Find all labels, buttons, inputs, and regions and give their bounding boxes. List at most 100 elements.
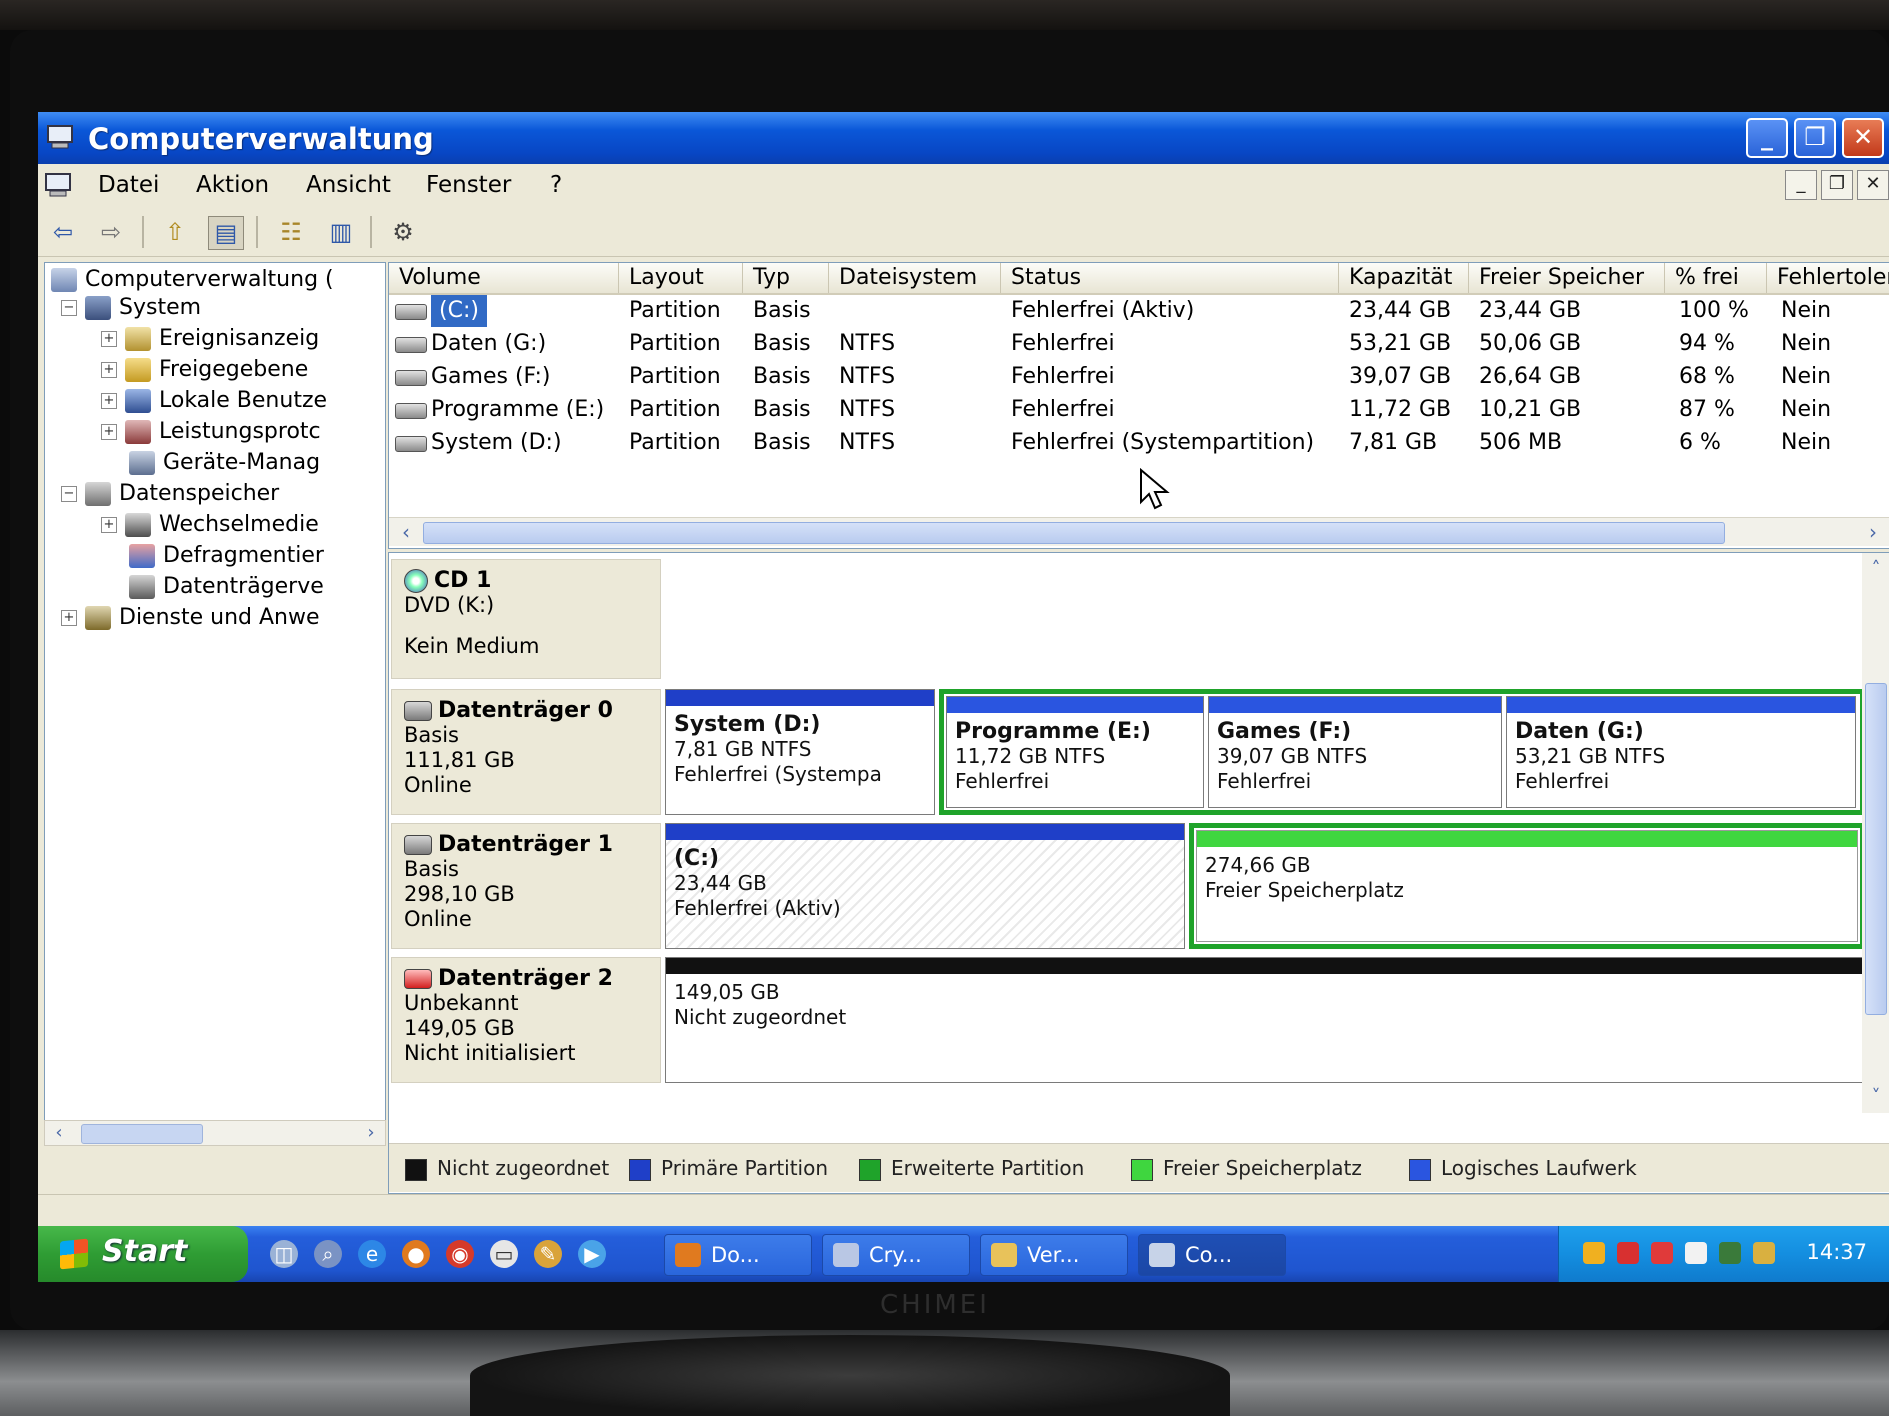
show-desktop-icon[interactable]: ◫	[270, 1240, 298, 1268]
scroll-left-icon[interactable]: ‹	[393, 520, 419, 544]
unallocated-space[interactable]: 149,05 GB Nicht zugeordnet	[665, 957, 1865, 1083]
taskbar-button-crypt[interactable]: Cry...	[822, 1234, 970, 1276]
tree-horizontal-scrollbar[interactable]: ‹ ›	[44, 1120, 386, 1146]
column-prozent-frei[interactable]: % frei	[1665, 263, 1767, 293]
volume-row[interactable]: Programme (E:) Partition Basis NTFS Fehl…	[389, 394, 1889, 426]
column-volume[interactable]: Volume	[389, 263, 619, 293]
scroll-thumb[interactable]	[1865, 683, 1887, 1015]
scroll-right-icon[interactable]: ›	[359, 1121, 383, 1145]
tree-item-datenspeicher[interactable]: − Datenspeicher	[61, 481, 279, 506]
tree-item-ereignisanzeige[interactable]: + Ereignisanzeig	[101, 326, 319, 351]
graphical-view-scrollbar[interactable]: ˄ ˅	[1862, 553, 1889, 1113]
child-restore-button[interactable]: ❐	[1821, 170, 1853, 200]
taskbar-button-computerverwaltung[interactable]: Co...	[1138, 1234, 1286, 1276]
partition-programme-e[interactable]: Programme (E:) 11,72 GB NTFS Fehlerfrei	[946, 696, 1204, 808]
tree-item-lokale-benutzer[interactable]: + Lokale Benutze	[101, 388, 327, 413]
collapse-toggle[interactable]: −	[61, 486, 77, 502]
show-pane-icon[interactable]: ▥	[324, 216, 358, 248]
browser-icon[interactable]: ◉	[446, 1240, 474, 1268]
taskbar-button-explorer[interactable]: Ver...	[980, 1234, 1128, 1276]
menu-aktion[interactable]: Aktion	[196, 172, 269, 198]
volume-row[interactable]: Games (F:) Partition Basis NTFS Fehlerfr…	[389, 361, 1889, 393]
column-status[interactable]: Status	[1001, 263, 1339, 293]
network-icon[interactable]	[1719, 1242, 1741, 1264]
expand-toggle[interactable]: +	[101, 424, 117, 440]
disk-label-disk2[interactable]: Datenträger 2 Unbekannt 149,05 GB Nicht …	[391, 957, 661, 1083]
tree-item-system[interactable]: − System	[61, 295, 201, 320]
hardware-icon[interactable]	[1753, 1242, 1775, 1264]
notepad-icon[interactable]: ▭	[490, 1240, 518, 1268]
tree-item-defragmentierung[interactable]: Defragmentier	[129, 543, 324, 568]
expand-toggle[interactable]: +	[101, 517, 117, 533]
scroll-thumb[interactable]	[423, 522, 1725, 544]
tree-item-datentraegerverwaltung[interactable]: Datenträgerve	[129, 574, 324, 599]
free-space[interactable]: 274,66 GB Freier Speicherplatz	[1196, 830, 1858, 942]
column-typ[interactable]: Typ	[743, 263, 829, 293]
disk-label-disk1[interactable]: Datenträger 1 Basis 298,10 GB Online	[391, 823, 661, 949]
title-bar[interactable]: Computerverwaltung _ ❐ ✕	[38, 112, 1889, 164]
collapse-toggle[interactable]: −	[61, 300, 77, 316]
expand-toggle[interactable]: +	[101, 331, 117, 347]
menu-help[interactable]: ?	[550, 172, 562, 198]
partition-games-f[interactable]: Games (F:) 39,07 GB NTFS Fehlerfrei	[1208, 696, 1502, 808]
tool-icon[interactable]: ✎	[534, 1240, 562, 1268]
disk-label-cd1[interactable]: CD 1 DVD (K:) Kein Medium	[391, 559, 661, 679]
partition-bar-primary	[666, 690, 934, 706]
child-minimize-button[interactable]: _	[1785, 170, 1817, 200]
tree-item-leistungsprotokolle[interactable]: + Leistungsprotc	[101, 419, 321, 444]
tree-item-freigegebene[interactable]: + Freigegebene	[101, 357, 308, 382]
start-button[interactable]: Start	[38, 1226, 248, 1282]
volume-row[interactable]: (C:) Partition Basis Fehlerfrei (Aktiv) …	[389, 295, 1889, 327]
volume-row[interactable]: System (D:) Partition Basis NTFS Fehlerf…	[389, 427, 1889, 459]
scroll-thumb[interactable]	[81, 1124, 203, 1144]
back-arrow-icon[interactable]: ⇦	[46, 216, 80, 248]
settings-icon[interactable]: ⚙	[386, 216, 420, 248]
scroll-up-icon[interactable]: ˄	[1864, 557, 1888, 581]
show-tree-icon[interactable]: ▤	[208, 216, 244, 250]
internet-explorer-icon[interactable]: e	[358, 1240, 386, 1268]
partition-daten-g[interactable]: Daten (G:) 53,21 GB NTFS Fehlerfrei	[1506, 696, 1856, 808]
tree-item-computerverwaltung[interactable]: Computerverwaltung (	[51, 267, 334, 292]
menu-ansicht[interactable]: Ansicht	[306, 172, 391, 198]
up-folder-icon[interactable]: ⇧	[158, 216, 192, 248]
scroll-right-icon[interactable]: ›	[1860, 520, 1886, 544]
media-player-icon[interactable]: ▶	[578, 1240, 606, 1268]
maximize-button[interactable]: ❐	[1794, 118, 1836, 158]
tree-item-geraete-manager[interactable]: Geräte-Manag	[129, 450, 320, 475]
disk-label-disk0[interactable]: Datenträger 0 Basis 111,81 GB Online	[391, 689, 661, 815]
firefox-icon[interactable]: ●	[402, 1240, 430, 1268]
partition-system-d[interactable]: System (D:) 7,81 GB NTFS Fehlerfrei (Sys…	[665, 689, 935, 815]
volume-row[interactable]: Daten (G:) Partition Basis NTFS Fehlerfr…	[389, 328, 1889, 360]
column-dateisystem[interactable]: Dateisystem	[829, 263, 1001, 293]
child-close-button[interactable]: ✕	[1857, 170, 1889, 200]
document-icon[interactable]	[1685, 1242, 1707, 1264]
adobe-icon[interactable]	[1651, 1242, 1673, 1264]
menu-fenster[interactable]: Fenster	[426, 172, 511, 198]
minimize-button[interactable]: _	[1746, 118, 1788, 158]
column-freier-speicher[interactable]: Freier Speicher	[1469, 263, 1665, 293]
taskbar-button-firefox[interactable]: Do...	[664, 1234, 812, 1276]
extended-partition[interactable]: 274,66 GB Freier Speicherplatz	[1189, 823, 1865, 949]
search-icon[interactable]: ⌕	[314, 1240, 342, 1268]
volume-list-scrollbar[interactable]: ‹ ›	[389, 517, 1889, 546]
column-kapazitaet[interactable]: Kapazität	[1339, 263, 1469, 293]
tree-item-dienste[interactable]: + Dienste und Anwe	[61, 605, 320, 630]
tree-item-wechselmedien[interactable]: + Wechselmedie	[101, 512, 319, 537]
scroll-left-icon[interactable]: ‹	[47, 1121, 71, 1145]
scroll-down-icon[interactable]: ˅	[1864, 1085, 1888, 1109]
close-button[interactable]: ✕	[1842, 118, 1884, 158]
partition-c[interactable]: (C:) 23,44 GB Fehlerfrei (Aktiv)	[665, 823, 1185, 949]
expand-toggle[interactable]: +	[61, 610, 77, 626]
expand-toggle[interactable]: +	[101, 362, 117, 378]
extended-partition[interactable]: Programme (E:) 11,72 GB NTFS Fehlerfrei …	[939, 689, 1865, 815]
menu-datei[interactable]: Datei	[98, 172, 159, 198]
expand-toggle[interactable]: +	[101, 393, 117, 409]
security-shield-icon[interactable]	[1583, 1242, 1605, 1264]
column-fehlertoleranz[interactable]: Fehlertoleranz	[1767, 263, 1889, 293]
column-layout[interactable]: Layout	[619, 263, 743, 293]
forward-arrow-icon[interactable]: ⇨	[94, 216, 128, 248]
partition-name: Programme (E:)	[955, 719, 1151, 744]
document-icon[interactable]	[44, 172, 74, 198]
properties-help-icon[interactable]: ☷	[274, 216, 308, 248]
antivirus-icon[interactable]	[1617, 1242, 1639, 1264]
